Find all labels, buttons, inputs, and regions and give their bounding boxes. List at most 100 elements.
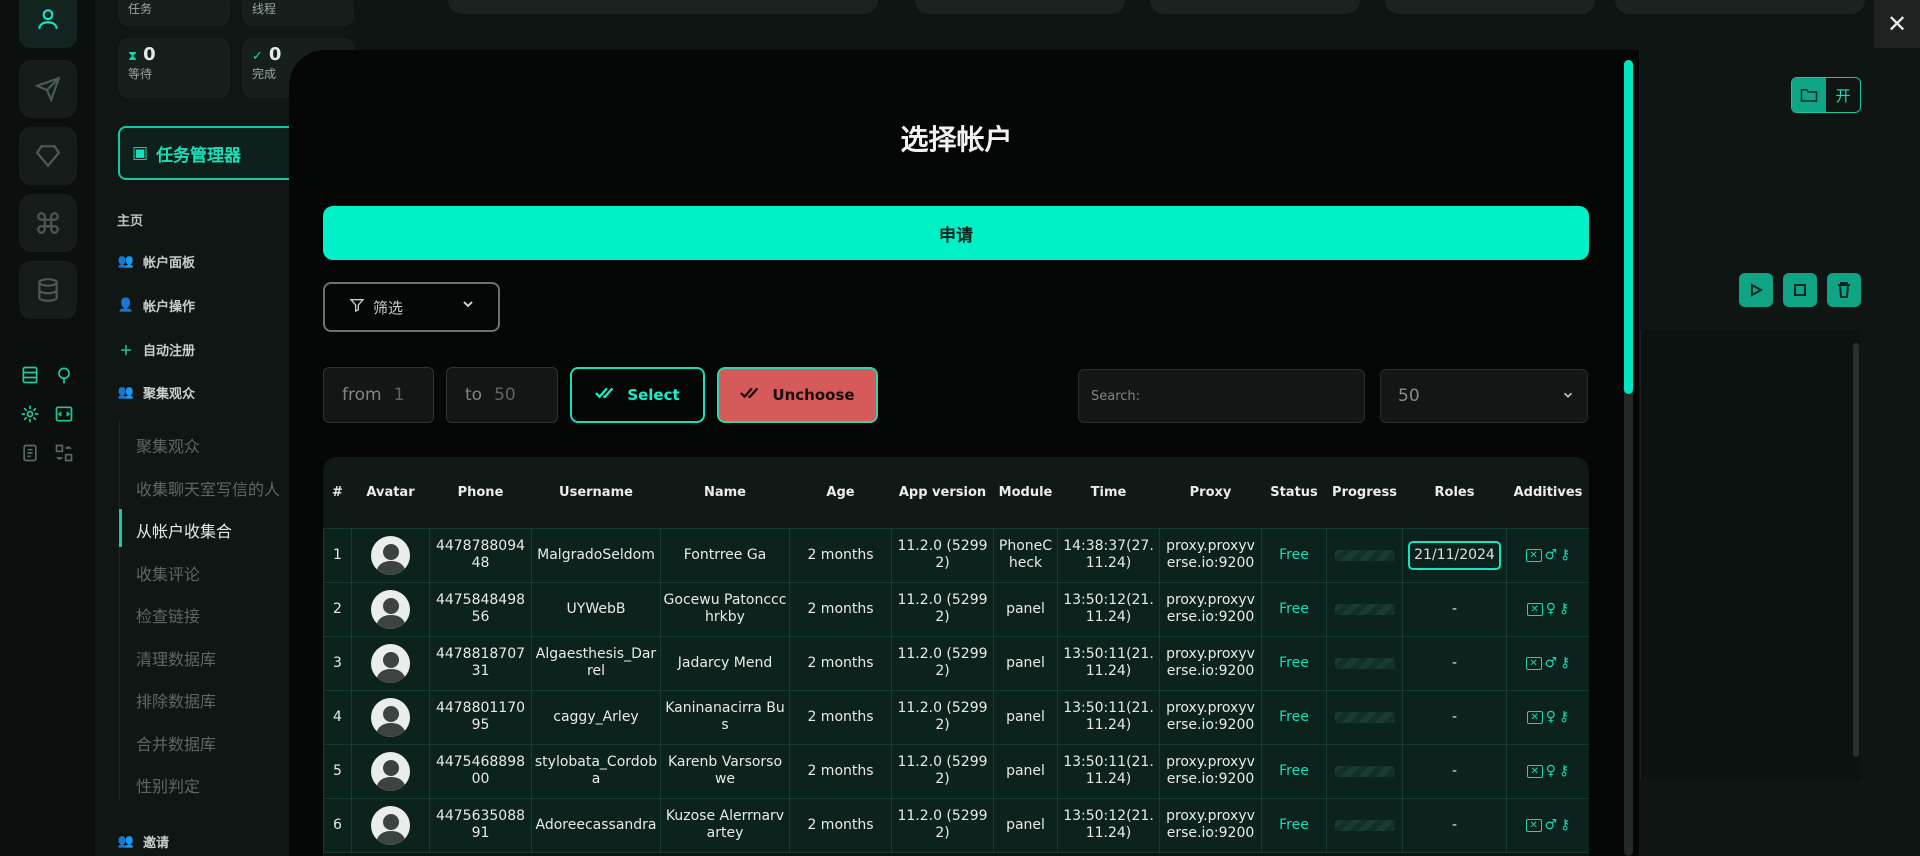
gender-icon: ♂ [1544, 654, 1558, 671]
modal-scrollbar[interactable] [1624, 60, 1633, 856]
sub-item-collect-chat-writers[interactable]: 收集聊天室写信的人 [136, 476, 280, 500]
username-cell: MalgradoSeldom [531, 527, 661, 583]
page-size-select[interactable]: 50 [1380, 369, 1588, 423]
table-row[interactable]: 5 447546889800 stylobata_Cordoba Karenb Var… [323, 743, 1589, 799]
sub-item-clean-database[interactable]: 清理数据库 [136, 646, 216, 670]
search-input[interactable]: Search: [1078, 369, 1365, 423]
play-icon[interactable] [1739, 273, 1773, 307]
sub-item-merge-database[interactable]: 合并数据库 [136, 731, 216, 755]
select-button[interactable]: Select [570, 367, 705, 423]
stop-icon[interactable] [1783, 273, 1817, 307]
username-cell: caggy_Arley [531, 689, 661, 745]
table-row[interactable]: 3 447881870731 Algaesthesis_Darrel Jadarcy … [323, 635, 1589, 691]
progress-cell [1326, 581, 1403, 637]
phone-cell: 447880117095 [429, 689, 532, 745]
col-header[interactable]: Name [661, 457, 790, 528]
double-check-icon [595, 386, 617, 404]
status-cell: Free [1261, 581, 1327, 637]
filter-dropdown[interactable]: 筛选 [323, 282, 500, 332]
col-header[interactable]: Additives [1507, 457, 1590, 528]
name-cell: Kaninanacirra Bus [660, 689, 790, 745]
mail-icon: ✕ [1525, 548, 1542, 562]
col-header[interactable]: Time [1058, 457, 1160, 528]
avatar [371, 643, 410, 683]
sidebar-item-account-actions[interactable]: 👤 帐户操作 [117, 296, 195, 315]
col-header[interactable]: # [324, 457, 352, 528]
code-window-icon[interactable] [53, 403, 75, 425]
avatar [371, 805, 410, 845]
task-manager-button[interactable]: ▣ 任务管理器 [118, 126, 318, 180]
unchoose-button[interactable]: Unchoose [717, 367, 878, 423]
progress-bar [1334, 819, 1395, 831]
active-sub-indicator [119, 509, 122, 547]
close-icon[interactable]: ✕ [1874, 0, 1920, 48]
avatar-cell [351, 527, 430, 583]
document-icon[interactable] [19, 442, 41, 464]
key-icon: ⚷ [1559, 708, 1570, 725]
apply-button[interactable]: 申请 [323, 206, 1589, 260]
location-user-icon[interactable] [53, 364, 75, 386]
user-icon[interactable] [19, 0, 77, 48]
key-icon: ⚷ [1560, 816, 1571, 833]
roles-cell: - [1402, 581, 1507, 637]
icon-rail [0, 0, 95, 856]
n-cell: 5 [323, 743, 352, 799]
sub-item-gender-detection[interactable]: 性别判定 [136, 773, 200, 797]
sub-item-exclude-database[interactable]: 排除数据库 [136, 688, 216, 712]
avatar-cell [351, 581, 430, 637]
table-row[interactable]: 1 447878809448 MalgradoSeldom Fontrree Ga 2 … [323, 527, 1589, 583]
sidebar-item-invite[interactable]: 👥 邀请 [117, 832, 169, 851]
progress-bar [1334, 549, 1395, 561]
send-icon[interactable] [19, 60, 77, 118]
swap-icon[interactable] [53, 442, 75, 464]
stat-card-waiting: ⧗ 0 等待 [118, 38, 230, 98]
diamond-icon[interactable] [19, 127, 77, 185]
sidebar-item-gather-audience[interactable]: 👥 聚集观众 [117, 383, 195, 402]
proxy-cell: proxy.proxyverse.io:9200 [1159, 527, 1262, 583]
to-field[interactable]: to 50 [446, 367, 558, 423]
log-scrollbar[interactable] [1853, 343, 1859, 757]
table-row[interactable]: 4 447880117095 caggy_Arley Kaninanacirra Bu… [323, 689, 1589, 745]
col-header[interactable]: Phone [430, 457, 532, 528]
col-header[interactable]: Module [994, 457, 1058, 528]
n-cell: 6 [323, 797, 352, 853]
col-header[interactable]: Progress [1327, 457, 1403, 528]
database-settings-icon[interactable] [19, 364, 41, 386]
col-header[interactable]: Username [532, 457, 661, 528]
sub-item-gather-audience[interactable]: 聚集观众 [136, 433, 200, 457]
chevron-down-icon [460, 296, 476, 316]
table-row[interactable]: 2 447584849856 UYWebB Gocewu Patonccchrkby 2… [323, 581, 1589, 637]
avatar [371, 535, 410, 575]
sub-item-check-links[interactable]: 检查链接 [136, 603, 200, 627]
sub-item-collect-from-account[interactable]: 从帐户收集合 [136, 518, 232, 542]
table-row[interactable]: 6 447563508891 Adoreecassandra Kuzose Alerr… [323, 797, 1589, 853]
from-field[interactable]: from 1 [323, 367, 434, 423]
progress-cell [1326, 743, 1403, 799]
sub-item-collect-comments[interactable]: 收集评论 [136, 561, 200, 585]
username-cell: UYWebB [531, 581, 661, 637]
trash-icon[interactable] [1827, 273, 1861, 307]
sidebar-item-account-panel[interactable]: 👥 帐户面板 [117, 252, 195, 271]
open-button[interactable]: 开 [1826, 78, 1860, 112]
col-header[interactable]: Proxy [1160, 457, 1262, 528]
user-icon: 👤 [117, 298, 135, 313]
roles-cell: 21/11/2024 [1402, 527, 1507, 583]
scrollbar-thumb[interactable] [1624, 60, 1633, 394]
folder-icon[interactable] [1792, 78, 1826, 112]
time-cell: 13:50:11(21.11.24) [1057, 743, 1160, 799]
col-header[interactable]: Status [1262, 457, 1327, 528]
col-header[interactable]: Age [790, 457, 892, 528]
command-icon[interactable] [19, 194, 77, 252]
col-header[interactable]: App version [892, 457, 994, 528]
col-header[interactable]: Avatar [352, 457, 430, 528]
sidebar-item-auto-register[interactable]: ＋自动注册 [117, 340, 195, 359]
database-icon[interactable] [19, 261, 77, 319]
gear-icon[interactable] [19, 403, 41, 425]
col-header[interactable]: Roles [1403, 457, 1507, 528]
module-cell: panel [993, 797, 1058, 853]
age-cell: 2 months [789, 743, 892, 799]
gender-icon: ♀ [1545, 708, 1556, 725]
progress-bar [1334, 603, 1395, 615]
open-folder-group[interactable]: 开 [1791, 77, 1861, 113]
filter-icon [349, 297, 365, 317]
